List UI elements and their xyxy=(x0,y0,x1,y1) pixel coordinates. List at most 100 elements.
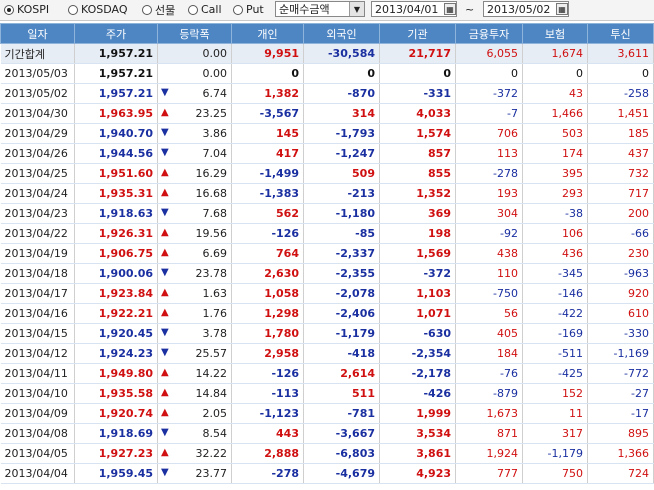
financial-investment-cell-value: 871 xyxy=(497,427,518,440)
table-row[interactable]: 2013/04/09 1,920.74 ▲ 2.05 -1,123 -781 1,999 1,… xyxy=(0,403,654,424)
table-row[interactable]: 2013/04/08 1,918.69 ▼ 8.54 443 -3,667 3,534 871… xyxy=(0,423,654,444)
insurance-cell-value: 1,466 xyxy=(551,107,584,120)
insurance-cell-value: 11 xyxy=(569,407,583,420)
table-row[interactable]: 2013/05/02 1,957.21 ▼ 6.74 1,382 -870 -331 -372… xyxy=(0,83,654,104)
financial-investment-cell: 405 xyxy=(455,323,523,344)
calendar-icon[interactable]: ▦ xyxy=(556,3,568,15)
table-row[interactable]: 2013/04/17 1,923.84 ▲ 1.63 1,058 -2,078 1,103 -… xyxy=(0,283,654,304)
insurance-cell: -422 xyxy=(522,303,588,324)
trust-cell-value: -17 xyxy=(631,407,649,420)
table-row[interactable]: 2013/04/18 1,900.06 ▼ 23.78 2,630 -2,355 -372 1… xyxy=(0,263,654,284)
column-header[interactable]: 외국인 xyxy=(303,23,380,44)
insurance-cell: -345 xyxy=(522,263,588,284)
institution-cell: 4,033 xyxy=(379,103,456,124)
date-from-field[interactable]: ▦ xyxy=(371,1,457,17)
financial-investment-cell: 438 xyxy=(455,243,523,264)
trust-cell-value: 185 xyxy=(628,127,649,140)
foreign-cell-value: -1,180 xyxy=(335,207,375,220)
trust-cell: -66 xyxy=(587,223,654,244)
table-row[interactable]: 2013/04/11 1,949.80 ▲ 14.22 -126 2,614 -2,178 -… xyxy=(0,363,654,384)
triangle-down-icon: ▼ xyxy=(161,467,169,478)
radio-futures[interactable]: 선물 xyxy=(142,1,175,18)
chevron-down-icon[interactable]: ▼ xyxy=(349,2,364,16)
table-row[interactable]: 2013/04/19 1,906.75 ▲ 6.69 764 -2,337 1,569 438… xyxy=(0,243,654,264)
change-cell-value: 8.54 xyxy=(202,427,228,440)
amount-type-select[interactable]: 순매수금액 ▼ xyxy=(275,1,365,17)
trust-cell: 920 xyxy=(587,283,654,304)
date-cell: 2013/04/24 xyxy=(0,183,75,204)
retail-cell: 1,058 xyxy=(231,283,304,304)
change-cell: 0.00 xyxy=(157,43,232,64)
foreign-cell-value: -85 xyxy=(355,227,375,240)
change-cell-value: 6.69 xyxy=(202,247,228,260)
column-header[interactable]: 등락폭 xyxy=(157,23,232,44)
date-cell-value: 2013/04/30 xyxy=(4,107,68,120)
table-row[interactable]: 2013/04/22 1,926.31 ▲ 19.56 -126 -85 198 -92 106… xyxy=(0,223,654,244)
triangle-up-icon: ▲ xyxy=(161,307,169,318)
date-cell-value: 2013/04/18 xyxy=(4,267,68,280)
radio-dot xyxy=(68,4,78,15)
table-row[interactable]: 2013/04/25 1,951.60 ▲ 16.29 -1,499 509 855 -278… xyxy=(0,163,654,184)
table-row[interactable]: 2013/05/03 1,957.21 0.00 0 0 0 0 0 0 xyxy=(0,63,654,84)
table-row[interactable]: 2013/04/04 1,959.45 ▼ 23.77 -278 -4,679 4,923 7… xyxy=(0,463,654,484)
trust-cell: 1,366 xyxy=(587,443,654,464)
table-row[interactable]: 2013/04/30 1,963.95 ▲ 23.25 -3,567 314 4,033 -7… xyxy=(0,103,654,124)
retail-cell: 2,958 xyxy=(231,343,304,364)
table-row[interactable]: 2013/04/24 1,935.31 ▲ 16.68 -1,383 -213 1,352 1… xyxy=(0,183,654,204)
table-row[interactable]: 2013/04/26 1,944.56 ▼ 7.04 417 -1,247 857 113 17… xyxy=(0,143,654,164)
date-cell: 2013/04/23 xyxy=(0,203,75,224)
column-header[interactable]: 일자 xyxy=(0,23,75,44)
price-cell: 1,957.21 xyxy=(74,63,158,84)
financial-investment-cell: -750 xyxy=(455,283,523,304)
date-to-field[interactable]: ▦ xyxy=(483,1,569,17)
institution-cell-value: -372 xyxy=(423,267,451,280)
retail-cell: 562 xyxy=(231,203,304,224)
calendar-icon[interactable]: ▦ xyxy=(444,3,456,15)
date-cell: 2013/04/22 xyxy=(0,223,75,244)
retail-cell-value: -278 xyxy=(271,467,299,480)
price-cell: 1,927.23 xyxy=(74,443,158,464)
institution-cell-value: -331 xyxy=(423,87,451,100)
summary-row[interactable]: 기간합계 1,957.21 0.00 9,951 -30,584 21,717 6,055 1… xyxy=(0,43,654,64)
insurance-cell-value: 395 xyxy=(562,167,583,180)
date-from-input[interactable] xyxy=(372,2,443,16)
table-row[interactable]: 2013/04/16 1,922.21 ▲ 1.76 1,298 -2,406 1,071 5… xyxy=(0,303,654,324)
foreign-cell: -1,793 xyxy=(303,123,380,144)
trust-cell-value: 3,611 xyxy=(617,47,650,60)
price-cell-value: 1,957.21 xyxy=(98,87,153,100)
table-row[interactable]: 2013/04/15 1,920.45 ▼ 3.78 1,780 -1,179 -630 40… xyxy=(0,323,654,344)
retail-cell: 2,888 xyxy=(231,443,304,464)
insurance-cell-value: 0 xyxy=(576,67,583,80)
radio-put[interactable]: Put xyxy=(233,1,264,18)
institution-cell-value: 1,103 xyxy=(416,287,451,300)
financial-investment-cell-value: 193 xyxy=(497,187,518,200)
price-cell-value: 1,957.21 xyxy=(98,47,153,60)
table-row[interactable]: 2013/04/10 1,935.58 ▲ 14.84 -113 511 -426 -879 1… xyxy=(0,383,654,404)
trust-cell-value: 1,451 xyxy=(617,107,650,120)
retail-cell: -113 xyxy=(231,383,304,404)
institution-cell: -630 xyxy=(379,323,456,344)
table-row[interactable]: 2013/04/12 1,924.23 ▼ 25.57 2,958 -418 -2,354 1… xyxy=(0,343,654,364)
foreign-cell: 2,614 xyxy=(303,363,380,384)
column-header[interactable]: 개인 xyxy=(231,23,304,44)
table-row[interactable]: 2013/04/29 1,940.70 ▼ 3.86 145 -1,793 1,574 706… xyxy=(0,123,654,144)
column-header[interactable]: 투신 xyxy=(587,23,654,44)
trust-cell-value: -66 xyxy=(631,227,649,240)
radio-kospi[interactable]: KOSPI xyxy=(4,1,49,18)
column-header[interactable]: 주가 xyxy=(74,23,158,44)
financial-investment-cell-value: 304 xyxy=(497,207,518,220)
radio-call[interactable]: Call xyxy=(188,1,222,18)
foreign-cell: -2,078 xyxy=(303,283,380,304)
date-to-input[interactable] xyxy=(484,2,555,16)
table-row[interactable]: 2013/04/23 1,918.63 ▼ 7.68 562 -1,180 369 304 -3… xyxy=(0,203,654,224)
column-header[interactable]: 금융투자 xyxy=(455,23,523,44)
financial-investment-cell-value: 777 xyxy=(497,467,518,480)
institution-cell-value: 198 xyxy=(428,227,451,240)
foreign-cell-value: -1,179 xyxy=(335,327,375,340)
trust-cell-value: -27 xyxy=(631,387,649,400)
table-row[interactable]: 2013/04/05 1,927.23 ▲ 32.22 2,888 -6,803 3,861… xyxy=(0,443,654,464)
column-header[interactable]: 기관 xyxy=(379,23,456,44)
foreign-cell-value: 314 xyxy=(352,107,375,120)
column-header[interactable]: 보험 xyxy=(522,23,588,44)
radio-kosdaq[interactable]: KOSDAQ xyxy=(68,1,128,18)
